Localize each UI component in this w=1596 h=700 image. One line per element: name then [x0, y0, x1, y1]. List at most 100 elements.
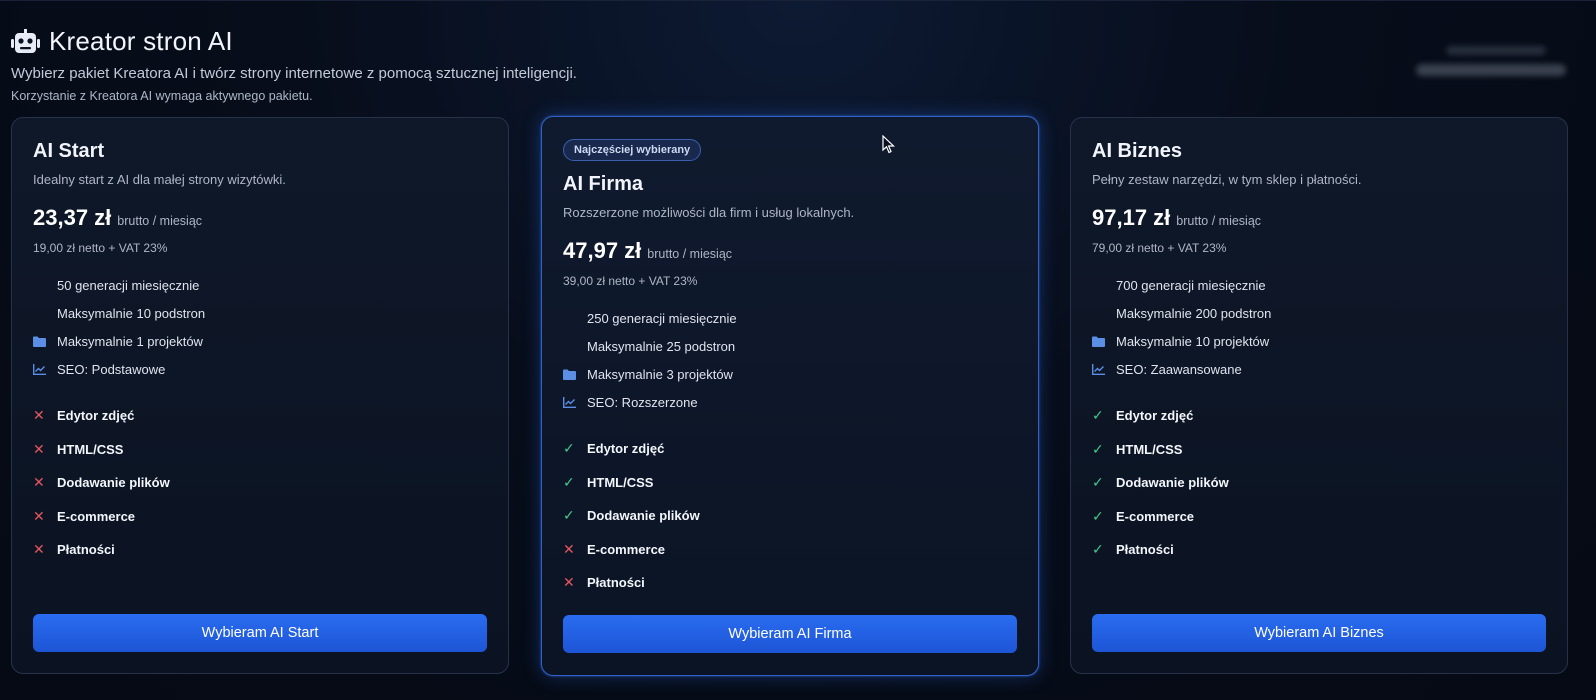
chart-line-icon [563, 396, 587, 408]
price-row: 47,97 zł brutto / miesiąc [563, 238, 1017, 264]
check-icon: ✓ [563, 440, 575, 457]
feature-label: Maksymalnie 200 podstron [1116, 305, 1272, 321]
feature-generations: 700 generacji miesięcznie [1092, 271, 1546, 299]
price-unit: brutto / miesiąc [117, 214, 203, 228]
pricing-page: Kreator stron AI Wybierz pakiet Kreatora… [0, 0, 1596, 700]
capability-photo-editor: ✕ Edytor zdjęć [33, 399, 487, 433]
capability-file-upload: ✓ Dodawanie plików [1092, 466, 1546, 500]
plan-name: AI Biznes [1092, 140, 1183, 162]
feature-pages: Maksymalnie 25 podstron [563, 332, 1017, 360]
top-divider [0, 0, 1596, 1]
cross-icon: ✕ [33, 541, 45, 558]
capability-label: Edytor zdjęć [587, 441, 665, 457]
choose-ai-firma-button[interactable]: Wybieram AI Firma [563, 615, 1017, 653]
plan-description: Pełny zestaw narzędzi, w tym sklep i pła… [1092, 172, 1362, 187]
feature-projects: Maksymalnie 1 projektów [33, 327, 487, 355]
chart-line-icon [1092, 363, 1116, 375]
chart-line-icon [33, 363, 57, 375]
capability-ecommerce: ✕ E-commerce [33, 500, 487, 534]
plan-description: Rozszerzone możliwości dla firm i usług … [563, 205, 855, 220]
capability-photo-editor: ✓ Edytor zdjęć [1092, 399, 1546, 433]
page-subtitle: Wybierz pakiet Kreatora AI i twórz stron… [11, 65, 577, 82]
feature-seo: SEO: Zaawansowane [1092, 355, 1546, 383]
feature-list: 250 generacji miesięcznie Maksymalnie 25… [563, 304, 1017, 416]
page-header: Kreator stron AI Wybierz pakiet Kreatora… [11, 26, 577, 103]
feature-label: Maksymalnie 3 projektów [587, 366, 733, 382]
check-icon: ✓ [563, 507, 575, 524]
capability-label: Płatności [1116, 542, 1174, 558]
feature-label: 50 generacji miesięcznie [57, 277, 200, 293]
capability-list: ✕ Edytor zdjęć ✕ HTML/CSS ✕ Dodawanie plikó… [33, 399, 487, 567]
capability-label: E-commerce [57, 508, 136, 524]
feature-label: SEO: Rozszerzone [587, 394, 698, 410]
plan-card-content: Najczęściej wybierany AI Firma Rozszerzo… [563, 139, 1017, 600]
plan-description: Idealny start z AI dla małej strony wizy… [33, 172, 286, 187]
capability-label: Edytor zdjęć [57, 408, 135, 424]
capability-list: ✓ Edytor zdjęć ✓ HTML/CSS ✓ Dodawanie plikó… [1092, 399, 1546, 567]
price-row: 97,17 zł brutto / miesiąc [1092, 205, 1546, 231]
folder-icon [33, 336, 57, 347]
capability-label: HTML/CSS [587, 474, 654, 490]
folder-icon [1092, 336, 1116, 347]
capability-photo-editor: ✓ Edytor zdjęć [563, 432, 1017, 466]
capability-html-css: ✓ HTML/CSS [1092, 433, 1546, 467]
capability-payments: ✕ Płatności [563, 566, 1017, 600]
feature-seo: SEO: Rozszerzone [563, 388, 1017, 416]
cross-icon: ✕ [33, 507, 45, 524]
capability-ecommerce: ✓ E-commerce [1092, 500, 1546, 534]
check-icon: ✓ [1092, 407, 1104, 424]
user-info-blurred [1406, 44, 1566, 84]
feature-projects: Maksymalnie 3 projektów [563, 360, 1017, 388]
capability-label: E-commerce [1116, 508, 1195, 524]
capability-html-css: ✓ HTML/CSS [563, 466, 1017, 500]
capability-list: ✓ Edytor zdjęć ✓ HTML/CSS ✓ Dodawanie plikó… [563, 432, 1017, 600]
feature-list: 700 generacji miesięcznie Maksymalnie 20… [1092, 271, 1546, 383]
cross-icon: ✕ [33, 474, 45, 491]
price-row: 23,37 zł brutto / miesiąc [33, 205, 487, 231]
capability-label: Dodawanie plików [1116, 475, 1229, 491]
check-icon: ✓ [563, 473, 575, 490]
plan-card-ai-start: AI Start Idealny start z AI dla małej st… [11, 117, 509, 674]
capability-label: E-commerce [587, 541, 666, 557]
net-price: 19,00 zł netto + VAT 23% [33, 241, 168, 255]
choose-ai-biznes-button[interactable]: Wybieram AI Biznes [1092, 614, 1546, 652]
capability-label: Edytor zdjęć [1116, 408, 1194, 424]
price-unit: brutto / miesiąc [647, 247, 733, 261]
plan-card-ai-biznes: AI Biznes Pełny zestaw narzędzi, w tym s… [1070, 117, 1568, 674]
capability-payments: ✓ Płatności [1092, 533, 1546, 567]
capability-label: HTML/CSS [57, 441, 124, 457]
plan-price: 97,17 zł [1092, 205, 1171, 230]
check-icon: ✓ [1092, 541, 1104, 558]
feature-pages: Maksymalnie 200 podstron [1092, 299, 1546, 327]
capability-label: Dodawanie plików [57, 475, 170, 491]
robot-icon [11, 28, 40, 53]
feature-label: Maksymalnie 10 projektów [1116, 333, 1270, 349]
plan-name: AI Start [33, 140, 105, 162]
plan-card-content: AI Biznes Pełny zestaw narzędzi, w tym s… [1092, 140, 1546, 567]
feature-generations: 50 generacji miesięcznie [33, 271, 487, 299]
feature-label: Maksymalnie 10 podstron [57, 305, 206, 321]
capability-file-upload: ✕ Dodawanie plików [33, 466, 487, 500]
capability-html-css: ✕ HTML/CSS [33, 433, 487, 467]
capability-payments: ✕ Płatności [33, 533, 487, 567]
choose-ai-start-button[interactable]: Wybieram AI Start [33, 614, 487, 652]
feature-seo: SEO: Podstawowe [33, 355, 487, 383]
net-price: 79,00 zł netto + VAT 23% [1092, 241, 1227, 255]
mouse-cursor-icon [882, 135, 895, 154]
capability-ecommerce: ✕ E-commerce [563, 533, 1017, 567]
feature-label: 700 generacji miesięcznie [1116, 277, 1266, 293]
cross-icon: ✕ [33, 407, 45, 424]
check-icon: ✓ [1092, 507, 1104, 524]
capability-label: Płatności [57, 542, 115, 558]
plan-card-content: AI Start Idealny start z AI dla małej st… [33, 140, 487, 567]
plan-card-ai-firma: Najczęściej wybierany AI Firma Rozszerzo… [541, 116, 1039, 676]
cross-icon: ✕ [33, 440, 45, 457]
plan-price: 47,97 zł [563, 238, 642, 263]
feature-projects: Maksymalnie 10 projektów [1092, 327, 1546, 355]
page-note: Korzystanie z Kreatora AI wymaga aktywne… [11, 89, 313, 103]
plan-price: 23,37 zł [33, 205, 112, 230]
check-icon: ✓ [1092, 440, 1104, 457]
popular-badge: Najczęściej wybierany [563, 139, 702, 161]
feature-generations: 250 generacji miesięcznie [563, 304, 1017, 332]
capability-label: Dodawanie plików [587, 508, 700, 524]
